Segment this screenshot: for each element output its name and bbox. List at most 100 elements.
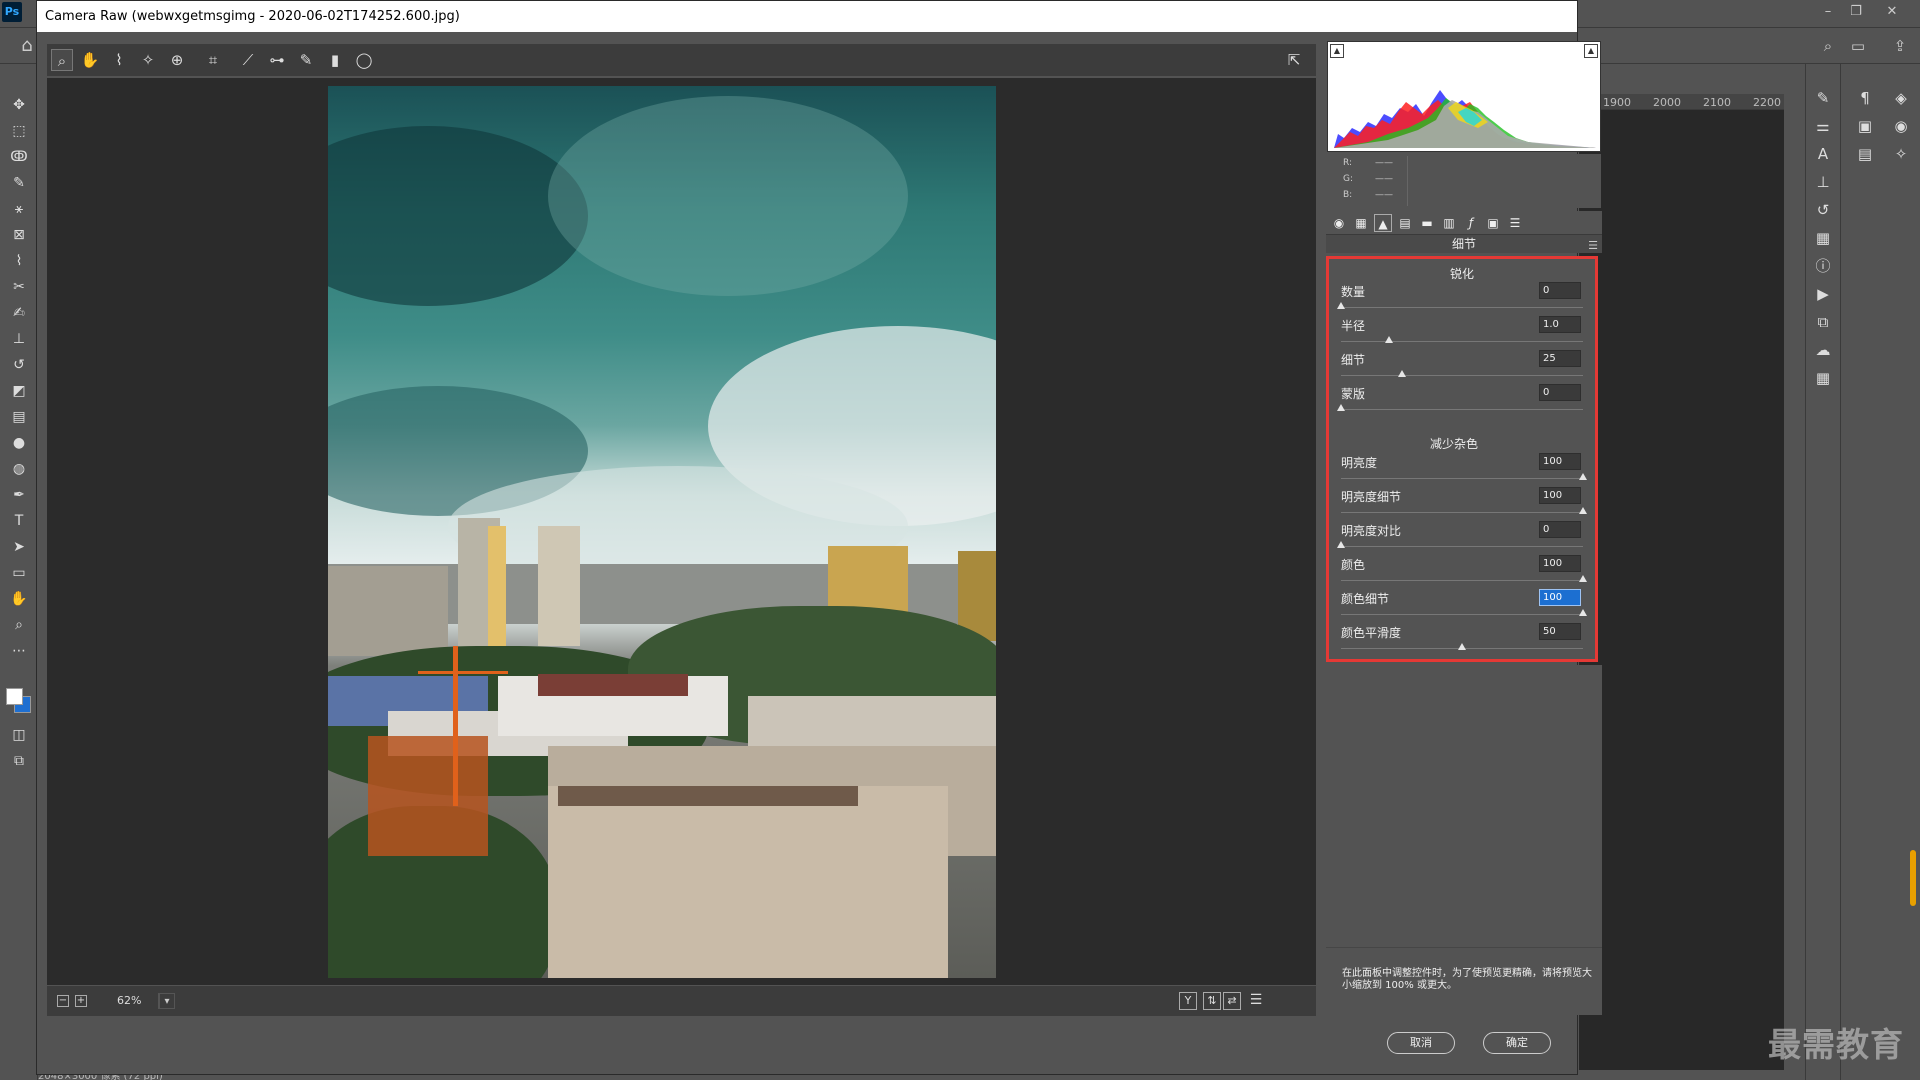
paragraph-icon[interactable]: ¶ bbox=[1853, 86, 1877, 110]
slider-thumb[interactable] bbox=[1385, 336, 1394, 343]
home-icon[interactable]: ⌂ bbox=[17, 36, 37, 56]
restore-icon[interactable]: ❐ bbox=[1842, 2, 1870, 22]
blur-tool-icon[interactable]: ● bbox=[8, 432, 30, 454]
pen-tool-icon[interactable]: ✒ bbox=[8, 484, 30, 506]
tab-lens-corrections-icon[interactable]: ▥ bbox=[1440, 214, 1458, 232]
hand-tool-icon[interactable]: ✋ bbox=[8, 588, 30, 610]
zoom-in-button[interactable]: + bbox=[75, 995, 87, 1007]
move-tool-icon[interactable]: ✥ bbox=[8, 94, 30, 116]
zoom-out-button[interactable]: − bbox=[57, 995, 69, 1007]
3d-icon[interactable]: ☁ bbox=[1811, 338, 1835, 362]
zoom-tool-icon[interactable]: ⌕ bbox=[8, 614, 30, 636]
color-sampler-tool-icon[interactable]: ✧ bbox=[137, 49, 159, 71]
panel-menu-icon[interactable]: ☰ bbox=[1588, 237, 1598, 255]
slider-track[interactable] bbox=[1341, 409, 1583, 410]
history-brush-tool-icon[interactable]: ↺ bbox=[8, 354, 30, 376]
character-icon[interactable]: A bbox=[1811, 142, 1835, 166]
slider-track[interactable] bbox=[1341, 375, 1583, 376]
lasso-tool-icon[interactable]: ↂ bbox=[8, 146, 30, 168]
ok-button[interactable]: 确定 bbox=[1483, 1032, 1551, 1054]
slider-track[interactable] bbox=[1341, 580, 1583, 581]
slider-thumb[interactable] bbox=[1397, 370, 1406, 377]
slider-thumb[interactable] bbox=[1579, 575, 1587, 582]
preview-preferences-icon[interactable]: ☰ bbox=[1247, 992, 1265, 1010]
swatches-icon[interactable]: ▦ bbox=[1811, 226, 1835, 250]
slider-thumb[interactable] bbox=[1337, 302, 1345, 309]
tab-tone-curve-icon[interactable]: ▦ bbox=[1352, 214, 1370, 232]
slider-value-input[interactable]: 25 bbox=[1539, 350, 1581, 367]
adjustments-icon[interactable]: ⚌ bbox=[1811, 114, 1835, 138]
tab-calibration-icon[interactable]: ▣ bbox=[1484, 214, 1502, 232]
crop-tool-icon[interactable]: ✂ bbox=[8, 276, 30, 298]
tab-presets-icon[interactable]: ☰ bbox=[1506, 214, 1524, 232]
workspace-icon[interactable]: ▭ bbox=[1846, 34, 1870, 58]
slider-thumb[interactable] bbox=[1458, 643, 1466, 650]
layers-icon[interactable]: ◈ bbox=[1889, 86, 1913, 110]
crop-tool-icon[interactable]: ⌗ bbox=[202, 49, 224, 71]
slider-thumb[interactable] bbox=[1579, 473, 1587, 480]
slider-value-input[interactable]: 0 bbox=[1539, 282, 1581, 299]
graduated-filter-icon[interactable]: ▮ bbox=[324, 49, 346, 71]
slider-value-input[interactable]: 100 bbox=[1539, 453, 1581, 470]
type-tool-icon[interactable]: T bbox=[8, 510, 30, 532]
eraser-tool-icon[interactable]: ◩ bbox=[8, 380, 30, 402]
libraries-icon[interactable]: ▣ bbox=[1853, 114, 1877, 138]
more-tools-icon[interactable]: ⋯ bbox=[8, 640, 30, 662]
magic-wand-tool-icon[interactable]: ⚹ bbox=[8, 198, 30, 220]
slider-value-input[interactable]: 1.0 bbox=[1539, 316, 1581, 333]
eyedropper-tool-icon[interactable]: ⌇ bbox=[8, 250, 30, 272]
stamp-tool-icon[interactable]: ⊥ bbox=[8, 328, 30, 350]
tab-split-toning-icon[interactable]: ▬ bbox=[1418, 214, 1436, 232]
foreground-color-swatch[interactable] bbox=[6, 688, 23, 705]
white-balance-tool-icon[interactable]: ⌇ bbox=[108, 49, 130, 71]
tab-detail-icon[interactable]: ▲ bbox=[1374, 214, 1392, 232]
close-icon[interactable]: ✕ bbox=[1878, 2, 1906, 22]
gradient-tool-icon[interactable]: ▤ bbox=[8, 406, 30, 428]
swap-settings-icon[interactable]: ⇅ bbox=[1203, 992, 1221, 1010]
slider-value-input[interactable]: 100 bbox=[1539, 589, 1581, 606]
targeted-adjustment-tool-icon[interactable]: ⊕ bbox=[166, 49, 188, 71]
slider-value-input[interactable]: 0 bbox=[1539, 384, 1581, 401]
hand-tool-icon[interactable]: ✋ bbox=[79, 49, 101, 71]
image-preview-area[interactable] bbox=[47, 78, 1316, 985]
brush-tool-icon[interactable]: ✍ bbox=[8, 302, 30, 324]
zoom-dropdown-icon[interactable]: ▾ bbox=[159, 993, 175, 1009]
history-icon[interactable]: ↺ bbox=[1811, 198, 1835, 222]
zoom-tool-icon[interactable]: ⌕ bbox=[51, 49, 73, 71]
copy-settings-icon[interactable]: ⇄ bbox=[1223, 992, 1241, 1010]
toggle-fullscreen-icon[interactable]: ⇱ bbox=[1283, 49, 1305, 71]
slider-value-input[interactable]: 100 bbox=[1539, 487, 1581, 504]
slider-thumb[interactable] bbox=[1337, 541, 1345, 548]
info-icon[interactable]: ⓘ bbox=[1811, 254, 1835, 278]
radial-filter-icon[interactable]: ◯ bbox=[353, 49, 375, 71]
clone-source-icon[interactable]: ⊥ bbox=[1811, 170, 1835, 194]
rectangle-tool-icon[interactable]: ▭ bbox=[8, 562, 30, 584]
table-icon[interactable]: ▦ bbox=[1811, 366, 1835, 390]
before-after-toggle-icon[interactable]: Y bbox=[1179, 992, 1197, 1010]
path-select-tool-icon[interactable]: ➤ bbox=[8, 536, 30, 558]
quick-select-tool-icon[interactable]: ✎ bbox=[8, 172, 30, 194]
adjustment-brush-icon[interactable]: ✎ bbox=[295, 49, 317, 71]
quick-mask-icon[interactable]: ◫ bbox=[8, 724, 30, 746]
slider-thumb[interactable] bbox=[1337, 404, 1345, 411]
spot-removal-tool-icon[interactable]: ⊶ bbox=[266, 49, 288, 71]
frame-tool-icon[interactable]: ⊠ bbox=[8, 224, 30, 246]
slider-thumb[interactable] bbox=[1579, 609, 1587, 616]
scrollbar-indicator[interactable] bbox=[1910, 850, 1916, 906]
cancel-button[interactable]: 取消 bbox=[1387, 1032, 1455, 1054]
slider-thumb[interactable] bbox=[1579, 507, 1587, 514]
slider-track[interactable] bbox=[1341, 512, 1583, 513]
minimize-icon[interactable]: – bbox=[1814, 2, 1842, 22]
slider-value-input[interactable]: 50 bbox=[1539, 623, 1581, 640]
slider-value-input[interactable]: 100 bbox=[1539, 555, 1581, 572]
slider-track[interactable] bbox=[1341, 546, 1583, 547]
slider-track[interactable] bbox=[1341, 478, 1583, 479]
layer-comps-icon[interactable]: ⧉ bbox=[1811, 310, 1835, 334]
brush-settings-icon[interactable]: ✎ bbox=[1811, 86, 1835, 110]
zoom-level[interactable]: 62% bbox=[103, 993, 159, 1009]
notes-icon[interactable]: ▤ bbox=[1853, 142, 1877, 166]
actions-icon[interactable]: ▶ bbox=[1811, 282, 1835, 306]
tab-basic-icon[interactable]: ◉ bbox=[1330, 214, 1348, 232]
channels-icon[interactable]: ◉ bbox=[1889, 114, 1913, 138]
share-icon[interactable]: ⇪ bbox=[1888, 34, 1912, 58]
